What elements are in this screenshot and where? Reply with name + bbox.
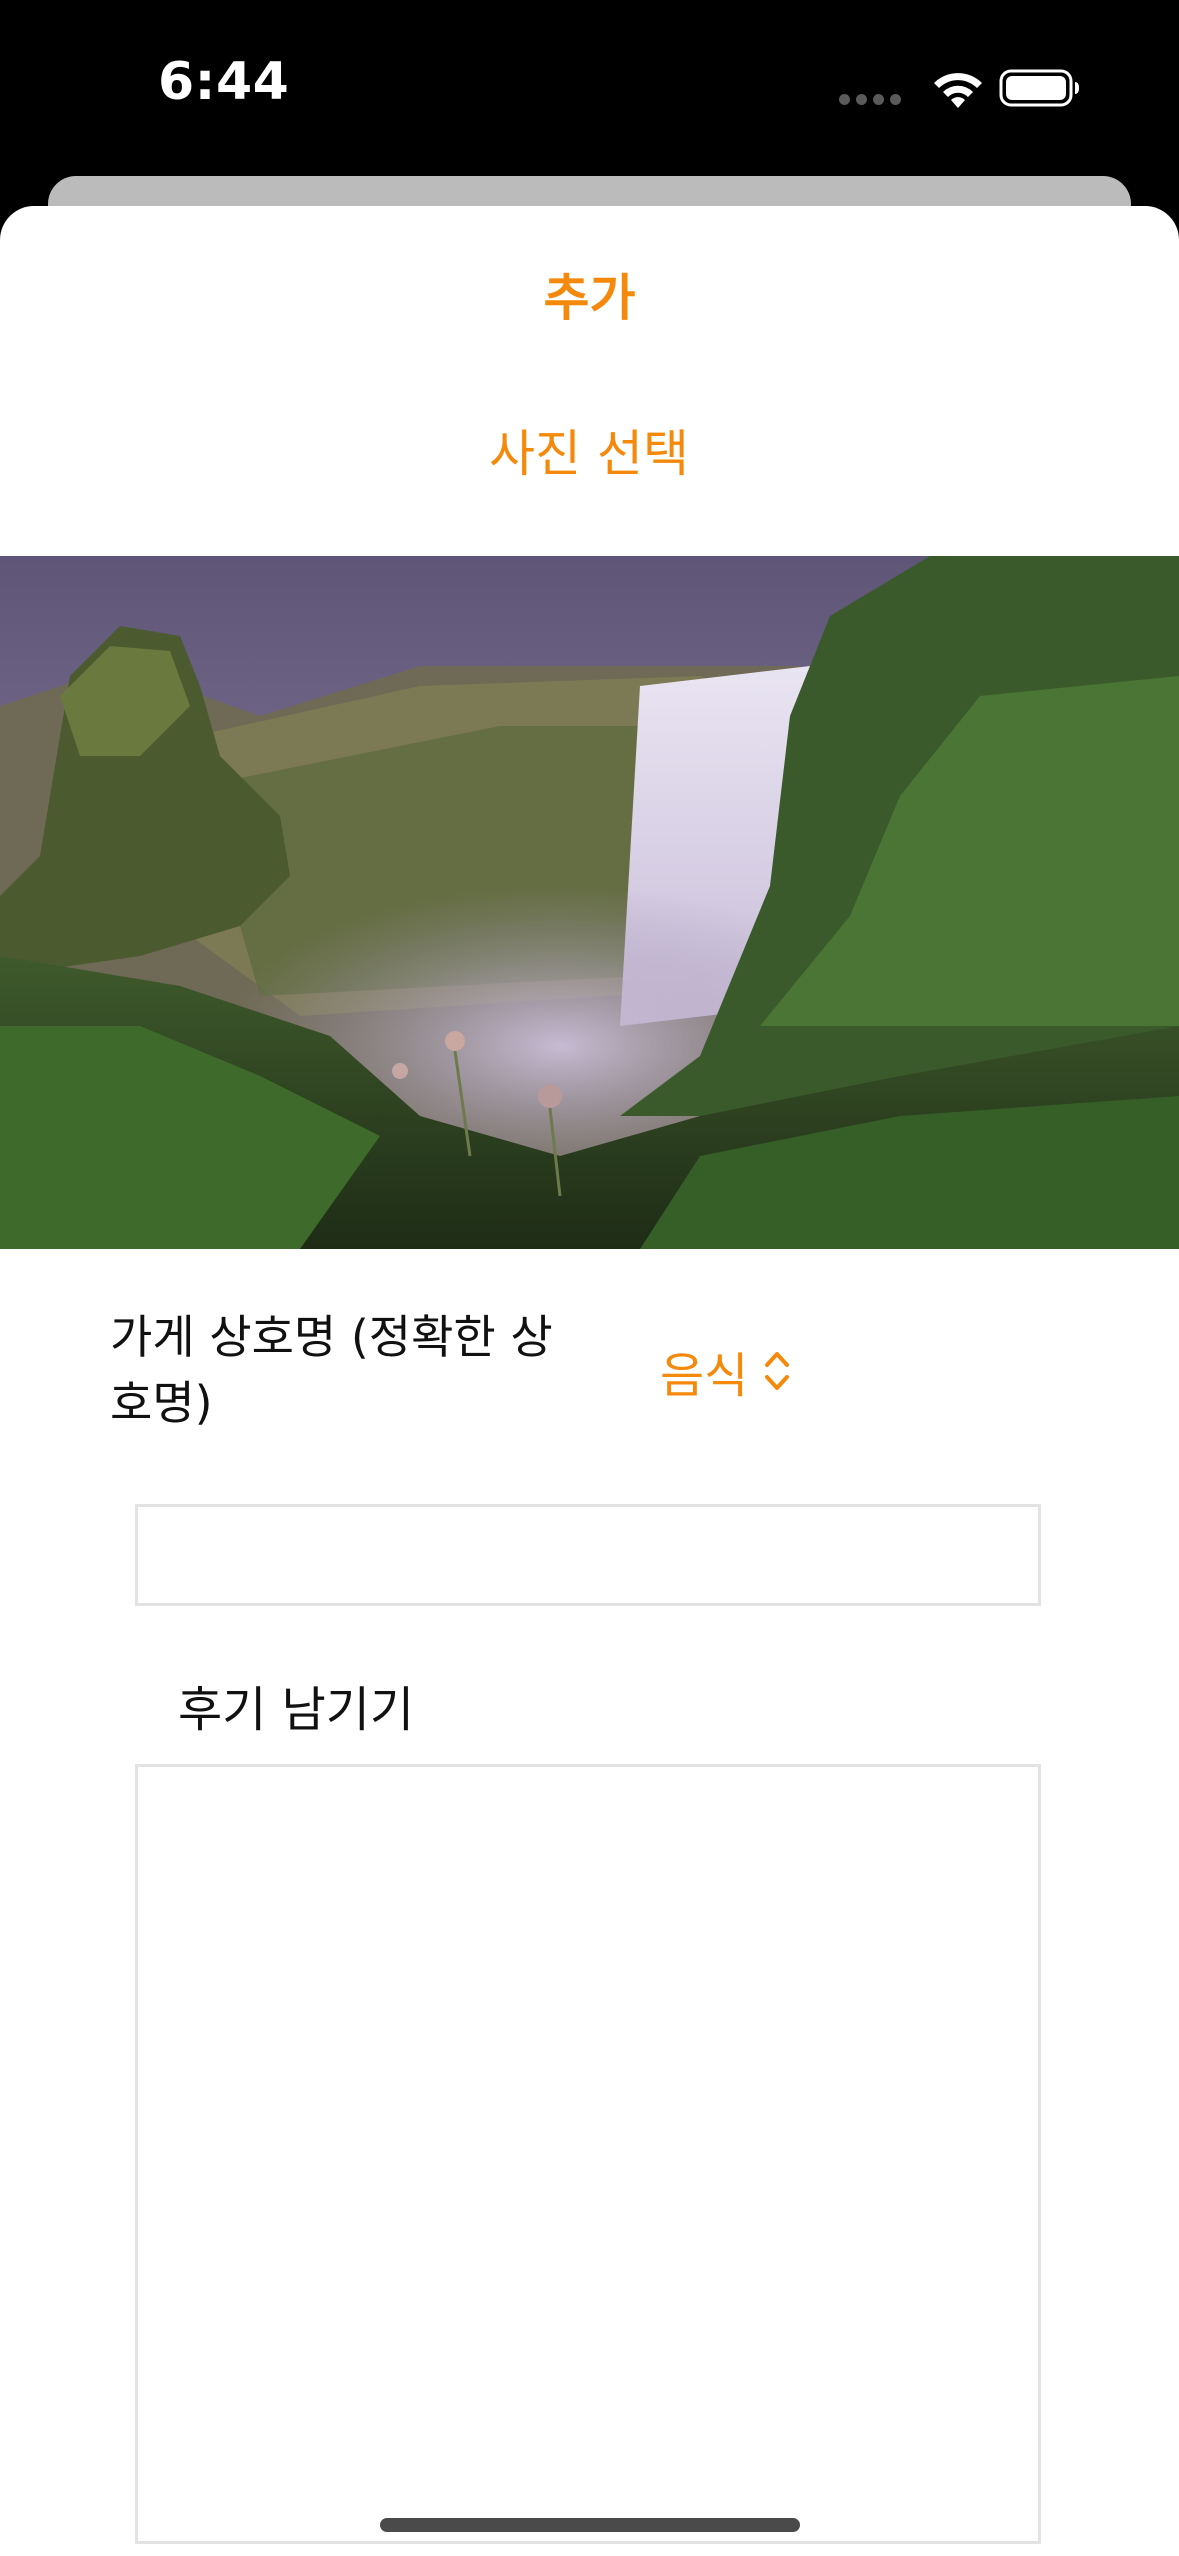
battery-icon [999,69,1079,107]
add-sheet: 추가 사진 선택 가게 상호명 (정확한 상호명) 음식 후기 남기기 [0,206,1179,2556]
wifi-icon [934,73,982,108]
review-textarea[interactable] [135,1764,1041,2544]
category-picker[interactable]: 음식 [660,1336,792,1406]
home-indicator [380,2518,800,2532]
chevron-up-down-icon [765,1352,790,1390]
cellular-dots-icon [839,94,901,105]
sheet-title: 추가 [543,269,636,327]
category-value: 음식 [660,1348,749,1404]
status-time: 6:44 [158,52,290,112]
store-name-input[interactable] [135,1504,1041,1606]
review-label: 후기 남기기 [178,1682,415,1738]
selected-photo [0,556,1179,1249]
select-photo-button[interactable]: 사진 선택 [389,414,789,494]
screen: 6:44 추가 사진 선택 가게 상호명 (정확한 상호명) 음식 후기 남기기 [0,0,1179,2556]
status-icons [839,64,1079,110]
store-name-label: 가게 상호명 (정확한 상호명) [110,1310,553,1430]
